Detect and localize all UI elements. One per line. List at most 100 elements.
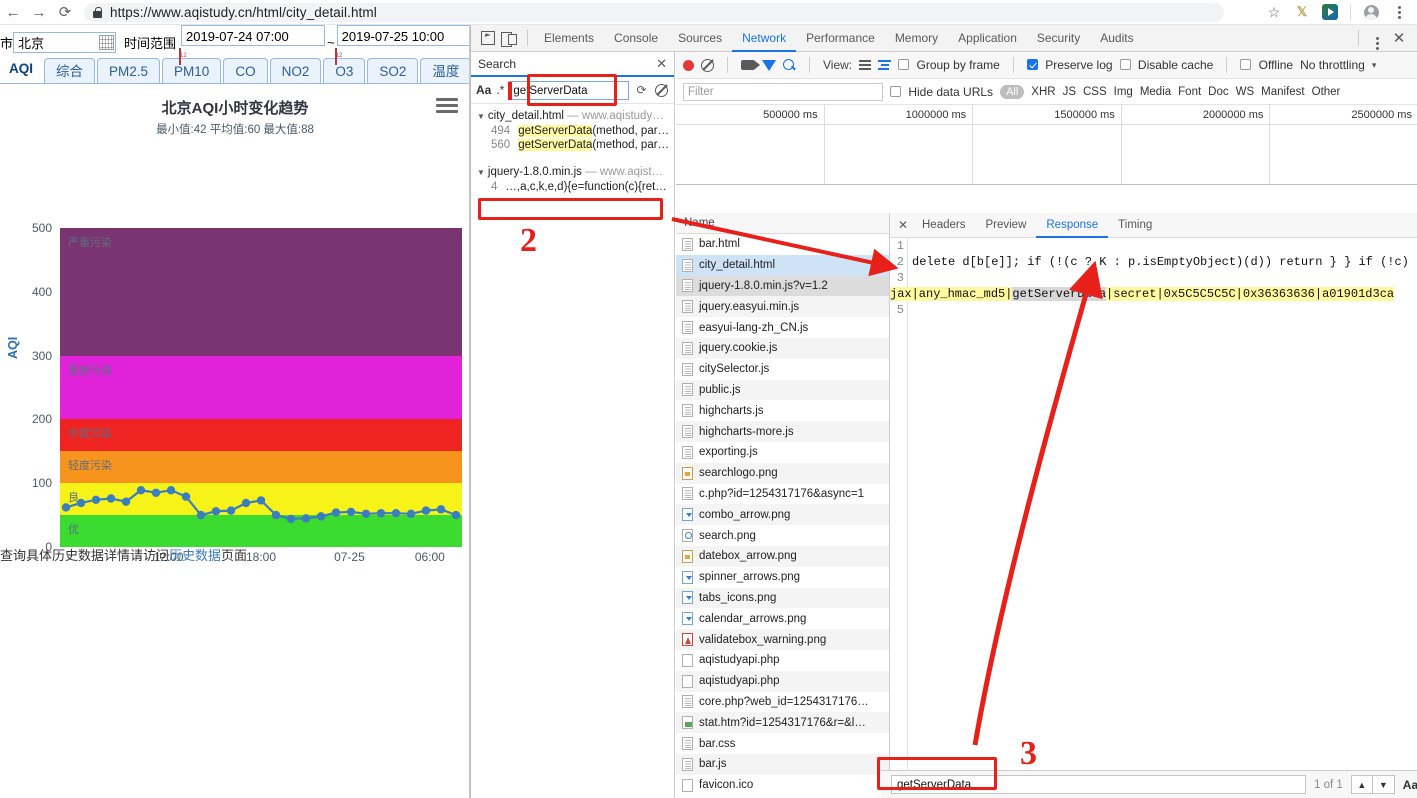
request-row[interactable]: searchlogo.png [676, 462, 889, 484]
back-arrow-icon[interactable]: ← [0, 0, 26, 25]
search-icon[interactable] [783, 58, 796, 72]
chart-data-point[interactable] [316, 512, 326, 521]
chart-data-point[interactable] [271, 510, 281, 520]
filter-input[interactable]: Filter [683, 82, 883, 101]
chart-data-point[interactable] [196, 510, 206, 520]
tab-elements[interactable]: Elements [534, 25, 604, 52]
tab-aqi[interactable]: AQI [0, 55, 43, 83]
disable-cache-checkbox[interactable]: Disable cache [1119, 58, 1213, 72]
refresh-icon[interactable]: ⟳ [634, 83, 649, 98]
request-row[interactable]: aqistudyapi.php [676, 670, 889, 692]
close-icon[interactable]: ✕ [894, 218, 912, 232]
star-icon[interactable]: ☆ [1262, 0, 1286, 24]
tab-network[interactable]: Network [732, 25, 797, 52]
clear-icon[interactable] [654, 83, 669, 98]
find-input[interactable]: getServerData [891, 775, 1306, 794]
search-input[interactable]: getServerData [509, 80, 629, 100]
avatar[interactable] [1359, 0, 1383, 24]
group-by-frame-checkbox[interactable]: Group by frame [898, 58, 1000, 72]
tab-no2[interactable]: NO2 [269, 58, 322, 83]
close-icon[interactable]: ✕ [656, 56, 667, 72]
search-result-file[interactable]: ▼ city_detail.html — www.aqistudy… [471, 108, 674, 124]
filter-type-all[interactable]: All [1000, 84, 1025, 99]
detail-tab-timing[interactable]: Timing [1108, 213, 1162, 238]
chart-data-point[interactable] [166, 486, 176, 495]
request-row[interactable]: search.png [676, 525, 889, 546]
record-icon[interactable] [683, 59, 694, 71]
chart-data-point[interactable] [91, 495, 101, 504]
request-row[interactable]: jquery.cookie.js [676, 337, 889, 359]
chart-data-point[interactable] [226, 506, 236, 515]
tab-performance[interactable]: Performance [796, 25, 885, 52]
preserve-log-checkbox[interactable]: Preserve log [1026, 58, 1113, 72]
chart-data-point[interactable] [421, 506, 431, 515]
chart-data-point[interactable] [331, 508, 341, 517]
request-row[interactable]: easyui-lang-zh_CN.js [676, 317, 889, 338]
filter-type-js[interactable]: JS [1063, 86, 1076, 98]
chart-data-point[interactable] [256, 496, 266, 505]
request-row[interactable]: datebox_arrow.png [676, 545, 889, 567]
request-row[interactable]: aqistudyapi.php [676, 650, 889, 671]
address-bar[interactable]: https://www.aqistudy.cn/html/city_detail… [84, 2, 1224, 22]
response-body[interactable]: 1 2 3 4 5 delete d[b[e]]; if (!(c ? K : … [890, 238, 1417, 798]
waterfall-view-icon[interactable] [878, 60, 892, 70]
chart-data-point[interactable] [61, 503, 71, 512]
filter-type-manifest[interactable]: Manifest [1261, 86, 1304, 98]
filter-type-font[interactable]: Font [1178, 86, 1201, 98]
request-row[interactable]: exporting.js [676, 442, 889, 463]
funnel-icon[interactable] [762, 59, 776, 71]
network-overview[interactable]: 500000 ms 1000000 ms 1500000 ms 2000000 … [676, 105, 1417, 185]
chart-data-point[interactable] [436, 505, 446, 514]
request-row[interactable]: bar.js [676, 753, 889, 775]
chart-data-point[interactable] [391, 508, 401, 518]
hide-data-urls-checkbox[interactable]: Hide data URLs [890, 85, 993, 99]
request-row[interactable]: highcharts-more.js [676, 421, 889, 442]
request-row[interactable]: jquery.easyui.min.js [676, 296, 889, 318]
request-row[interactable]: stat.htm?id=1254317176&r=&l… [676, 712, 889, 734]
clear-icon[interactable] [701, 58, 714, 72]
filter-type-img[interactable]: Img [1114, 86, 1133, 98]
close-icon[interactable]: ✕ [1389, 29, 1409, 47]
calendar-icon[interactable] [179, 47, 182, 65]
forward-arrow-icon[interactable]: → [26, 0, 52, 25]
filter-type-ws[interactable]: WS [1236, 86, 1255, 98]
tab-console[interactable]: Console [604, 25, 668, 52]
request-row[interactable]: highcharts.js [676, 400, 889, 421]
inspect-element-icon[interactable] [481, 31, 495, 45]
calendar-icon[interactable] [334, 47, 337, 65]
chart-data-point[interactable] [181, 492, 191, 501]
find-match-case-toggle[interactable]: Aa [1403, 778, 1417, 792]
detail-tab-response[interactable]: Response [1036, 213, 1109, 238]
city-picker-icon[interactable] [99, 35, 115, 50]
request-row[interactable]: tabs_icons.png [676, 587, 889, 609]
tab-audits[interactable]: Audits [1090, 25, 1143, 52]
chevron-down-icon[interactable]: ▼ [477, 168, 485, 177]
filter-type-media[interactable]: Media [1140, 86, 1171, 98]
chart-data-point[interactable] [301, 514, 311, 523]
request-row[interactable]: citySelector.js [676, 359, 889, 380]
media-extension-icon[interactable] [1318, 0, 1342, 24]
request-row[interactable]: calendar_arrows.png [676, 608, 889, 629]
tab-security[interactable]: Security [1027, 25, 1090, 52]
request-row[interactable]: bar.html [676, 234, 889, 255]
chart-data-point[interactable] [211, 507, 221, 516]
chart-data-point[interactable] [121, 497, 131, 506]
tab-temperature[interactable]: 温度 [420, 58, 469, 83]
chart-data-point[interactable] [286, 514, 296, 524]
kebab-menu-icon[interactable] [1367, 27, 1387, 50]
chart-data-point[interactable] [136, 486, 146, 495]
tab-application[interactable]: Application [948, 25, 1027, 52]
request-row[interactable]: validatebox_warning.png [676, 629, 889, 650]
chart-data-point[interactable] [106, 494, 116, 503]
chevron-up-icon[interactable]: ▲ [1350, 775, 1373, 794]
chevron-down-icon[interactable]: ▼ [1372, 775, 1395, 794]
start-date-input[interactable]: 2019-07-24 07:00 [181, 25, 326, 46]
chart-data-point[interactable] [346, 507, 356, 517]
filter-type-doc[interactable]: Doc [1208, 86, 1228, 98]
hamburger-menu-icon[interactable] [436, 98, 458, 116]
request-row[interactable]: core.php?web_id=1254317176… [676, 692, 889, 713]
request-row[interactable]: jquery-1.8.0.min.js?v=1.2 [676, 275, 889, 297]
chart-data-point[interactable] [361, 509, 371, 519]
request-row[interactable]: spinner_arrows.png [676, 567, 889, 588]
chart-data-point[interactable] [241, 498, 251, 508]
